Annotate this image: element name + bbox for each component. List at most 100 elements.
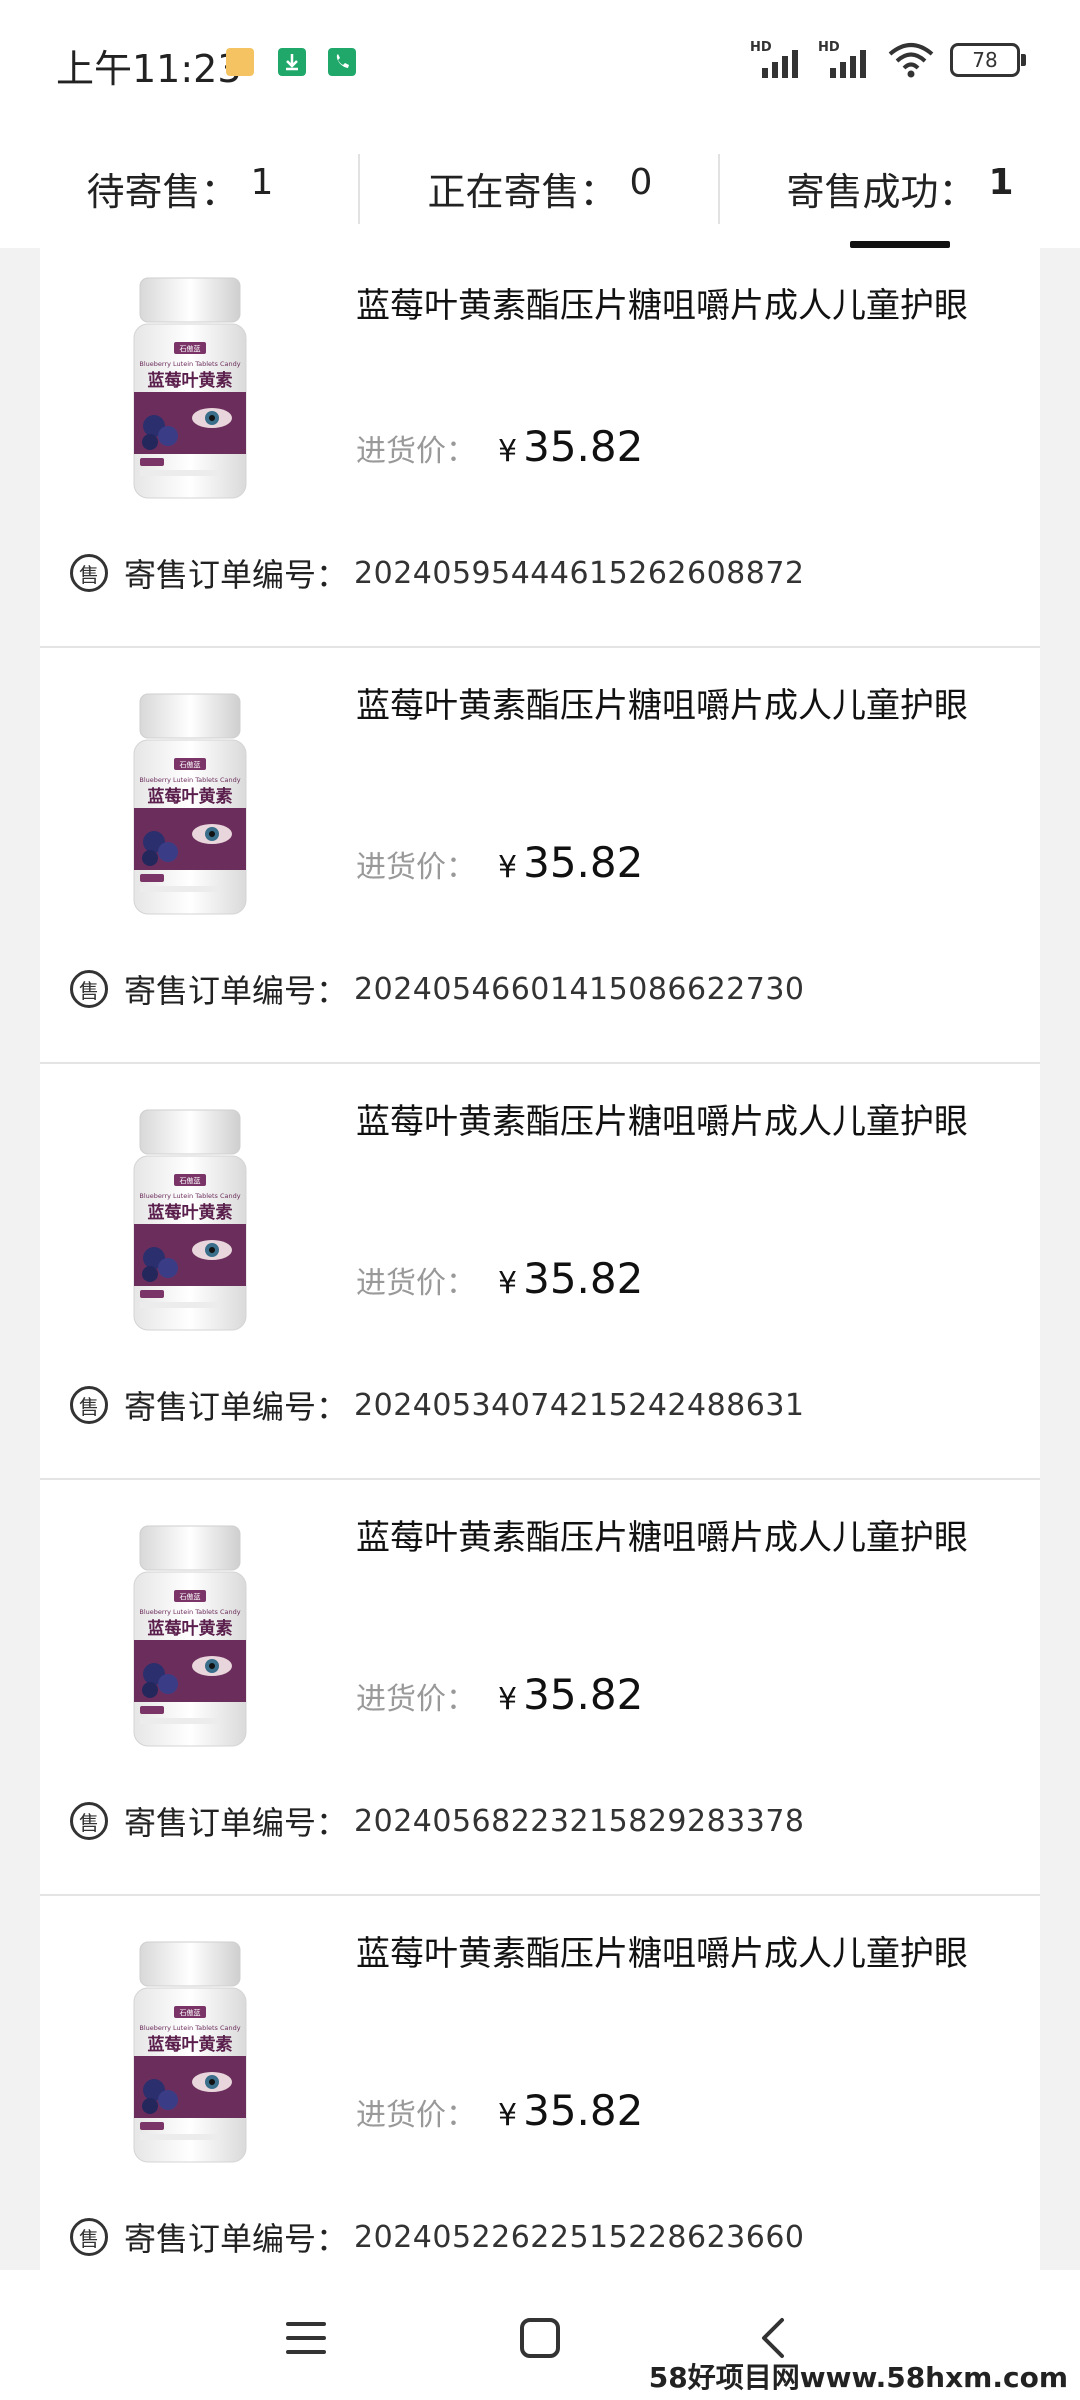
price-row: 进货价： ¥ 35.82	[356, 422, 643, 471]
tab-pending[interactable]: 待寄售： 1	[0, 128, 360, 248]
tab-count: 1	[250, 161, 274, 203]
purchase-price: 35.82	[523, 838, 644, 887]
tab-label: 待寄售：	[86, 169, 239, 214]
order-number: 20240534074215242488631	[354, 1387, 805, 1423]
sell-badge-icon: 售	[70, 554, 108, 592]
back-icon	[762, 2318, 784, 2358]
currency-symbol: ¥	[498, 1266, 518, 1301]
svg-text:蓝莓叶黄素: 蓝莓叶黄素	[148, 370, 233, 391]
tab-label: 正在寄售：	[427, 169, 618, 214]
svg-text:蓝莓叶黄素: 蓝莓叶黄素	[148, 786, 233, 807]
order-number-label: 寄售订单编号：	[124, 972, 349, 1010]
status-time: 上午11:23	[56, 47, 242, 91]
price-label: 进货价：	[356, 850, 476, 885]
order-number-label: 寄售订单编号：	[124, 556, 349, 594]
order-number: 20240546601415086622730	[354, 971, 805, 1007]
product-title[interactable]: 蓝莓叶黄素酯压片糖咀嚼片成人儿童护眼	[356, 678, 968, 727]
purchase-price: 35.82	[523, 1254, 644, 1303]
product-title[interactable]: 蓝莓叶黄素酯压片糖咀嚼片成人儿童护眼	[356, 278, 968, 327]
download-icon	[278, 48, 306, 76]
svg-text:石傲蓝: 石傲蓝	[180, 760, 201, 769]
product-image: 石傲蓝 Blueberry Lutein Tablets Candy 蓝莓叶黄素	[133, 1109, 247, 1331]
order-number-row: 售 寄售订单编号： 20240534074215242488631	[70, 1382, 805, 1428]
product-image: 石傲蓝 Blueberry Lutein Tablets Candy 蓝莓叶黄素	[133, 693, 247, 915]
sell-badge-icon: 售	[70, 1802, 108, 1840]
system-nav-bar: 58好项目网www.58hxm.com	[0, 2270, 1080, 2400]
svg-text:石傲蓝: 石傲蓝	[180, 2008, 201, 2017]
svg-text:石傲蓝: 石傲蓝	[180, 344, 201, 353]
order-number-label: 寄售订单编号：	[124, 1804, 349, 1842]
product-title[interactable]: 蓝莓叶黄素酯压片糖咀嚼片成人儿童护眼	[356, 1094, 968, 1143]
svg-text:石傲蓝: 石傲蓝	[180, 1592, 201, 1601]
svg-text:Blueberry Lutein Tablets Candy: Blueberry Lutein Tablets Candy	[139, 1608, 240, 1616]
price-row: 进货价： ¥ 35.82	[356, 2086, 643, 2135]
purchase-price: 35.82	[523, 422, 644, 471]
sell-badge-icon: 售	[70, 970, 108, 1008]
order-number-label: 寄售订单编号：	[124, 1388, 349, 1426]
price-row: 进货价： ¥ 35.82	[356, 838, 643, 887]
order-list[interactable]: 石傲蓝 Blueberry Lutein Tablets Candy 蓝莓叶黄素…	[40, 248, 1040, 2270]
tab-label: 寄售成功：	[786, 169, 977, 214]
watermark: 58好项目网www.58hxm.com	[648, 2361, 1068, 2394]
tab-count: 1	[988, 161, 1014, 203]
tab-count: 0	[629, 161, 653, 203]
purchase-price: 35.82	[523, 1670, 644, 1719]
svg-text:蓝莓叶黄素: 蓝莓叶黄素	[148, 2034, 233, 2055]
home-button[interactable]	[510, 2308, 570, 2368]
order-card[interactable]: 石傲蓝 Blueberry Lutein Tablets Candy 蓝莓叶黄素…	[40, 1896, 1040, 2270]
price-row: 进货价： ¥ 35.82	[356, 1670, 643, 1719]
price-row: 进货价： ¥ 35.82	[356, 1254, 643, 1303]
hd-label: HD	[750, 40, 772, 55]
price-label: 进货价：	[356, 434, 476, 469]
svg-text:Blueberry Lutein Tablets Candy: Blueberry Lutein Tablets Candy	[139, 360, 240, 368]
hd-label: HD	[818, 40, 840, 55]
sell-badge-icon: 售	[70, 1386, 108, 1424]
order-number: 20240522622515228623660	[354, 2219, 805, 2255]
battery-icon: 78	[950, 43, 1026, 77]
status-bar: 上午11:23 HD HD 78	[0, 0, 1080, 128]
svg-text:蓝莓叶黄素: 蓝莓叶黄素	[148, 1618, 233, 1639]
currency-symbol: ¥	[498, 434, 518, 469]
svg-text:蓝莓叶黄素: 蓝莓叶黄素	[148, 1202, 233, 1223]
signal-icon: HD	[818, 40, 872, 80]
product-image: 石傲蓝 Blueberry Lutein Tablets Candy 蓝莓叶黄素	[133, 1525, 247, 1747]
product-title[interactable]: 蓝莓叶黄素酯压片糖咀嚼片成人儿童护眼	[356, 1926, 968, 1975]
order-number-row: 售 寄售订单编号： 20240546601415086622730	[70, 966, 805, 1012]
order-card[interactable]: 石傲蓝 Blueberry Lutein Tablets Candy 蓝莓叶黄素…	[40, 648, 1040, 1064]
product-image: 石傲蓝 Blueberry Lutein Tablets Candy 蓝莓叶黄素	[133, 277, 247, 499]
message-icon	[226, 48, 254, 76]
price-label: 进货价：	[356, 1682, 476, 1717]
currency-symbol: ¥	[498, 2098, 518, 2133]
tab-selling[interactable]: 正在寄售： 0	[360, 128, 720, 248]
order-card[interactable]: 石傲蓝 Blueberry Lutein Tablets Candy 蓝莓叶黄素…	[40, 248, 1040, 648]
signal-icon: HD	[750, 40, 804, 80]
order-number: 20240595444615262608872	[354, 555, 805, 591]
menu-button[interactable]	[276, 2308, 336, 2368]
svg-text:Blueberry Lutein Tablets Candy: Blueberry Lutein Tablets Candy	[139, 2024, 240, 2032]
order-number-row: 售 寄售订单编号： 20240595444615262608872	[70, 550, 805, 596]
price-label: 进货价：	[356, 1266, 476, 1301]
price-label: 进货价：	[356, 2098, 476, 2133]
home-icon	[520, 2318, 560, 2358]
order-number: 20240568223215829283378	[354, 1803, 805, 1839]
consignment-tabs: 待寄售： 1 正在寄售： 0 寄售成功： 1	[0, 128, 1080, 248]
menu-icon	[286, 2322, 326, 2354]
tab-sold[interactable]: 寄售成功： 1	[720, 128, 1080, 248]
currency-symbol: ¥	[498, 1682, 518, 1717]
product-image: 石傲蓝 Blueberry Lutein Tablets Candy 蓝莓叶黄素	[133, 1941, 247, 2163]
order-card[interactable]: 石傲蓝 Blueberry Lutein Tablets Candy 蓝莓叶黄素…	[40, 1064, 1040, 1480]
order-number-label: 寄售订单编号：	[124, 2220, 349, 2258]
order-number-row: 售 寄售订单编号： 20240568223215829283378	[70, 1798, 805, 1844]
sell-badge-icon: 售	[70, 2218, 108, 2256]
active-tab-indicator	[850, 241, 950, 248]
svg-text:石傲蓝: 石傲蓝	[180, 1176, 201, 1185]
order-number-row: 售 寄售订单编号： 20240522622515228623660	[70, 2214, 805, 2260]
currency-symbol: ¥	[498, 850, 518, 885]
product-title[interactable]: 蓝莓叶黄素酯压片糖咀嚼片成人儿童护眼	[356, 1510, 968, 1559]
phone-icon	[328, 48, 356, 76]
order-card[interactable]: 石傲蓝 Blueberry Lutein Tablets Candy 蓝莓叶黄素…	[40, 1480, 1040, 1896]
svg-text:Blueberry Lutein Tablets Candy: Blueberry Lutein Tablets Candy	[139, 1192, 240, 1200]
svg-text:Blueberry Lutein Tablets Candy: Blueberry Lutein Tablets Candy	[139, 776, 240, 784]
purchase-price: 35.82	[523, 2086, 644, 2135]
wifi-icon	[888, 43, 934, 78]
